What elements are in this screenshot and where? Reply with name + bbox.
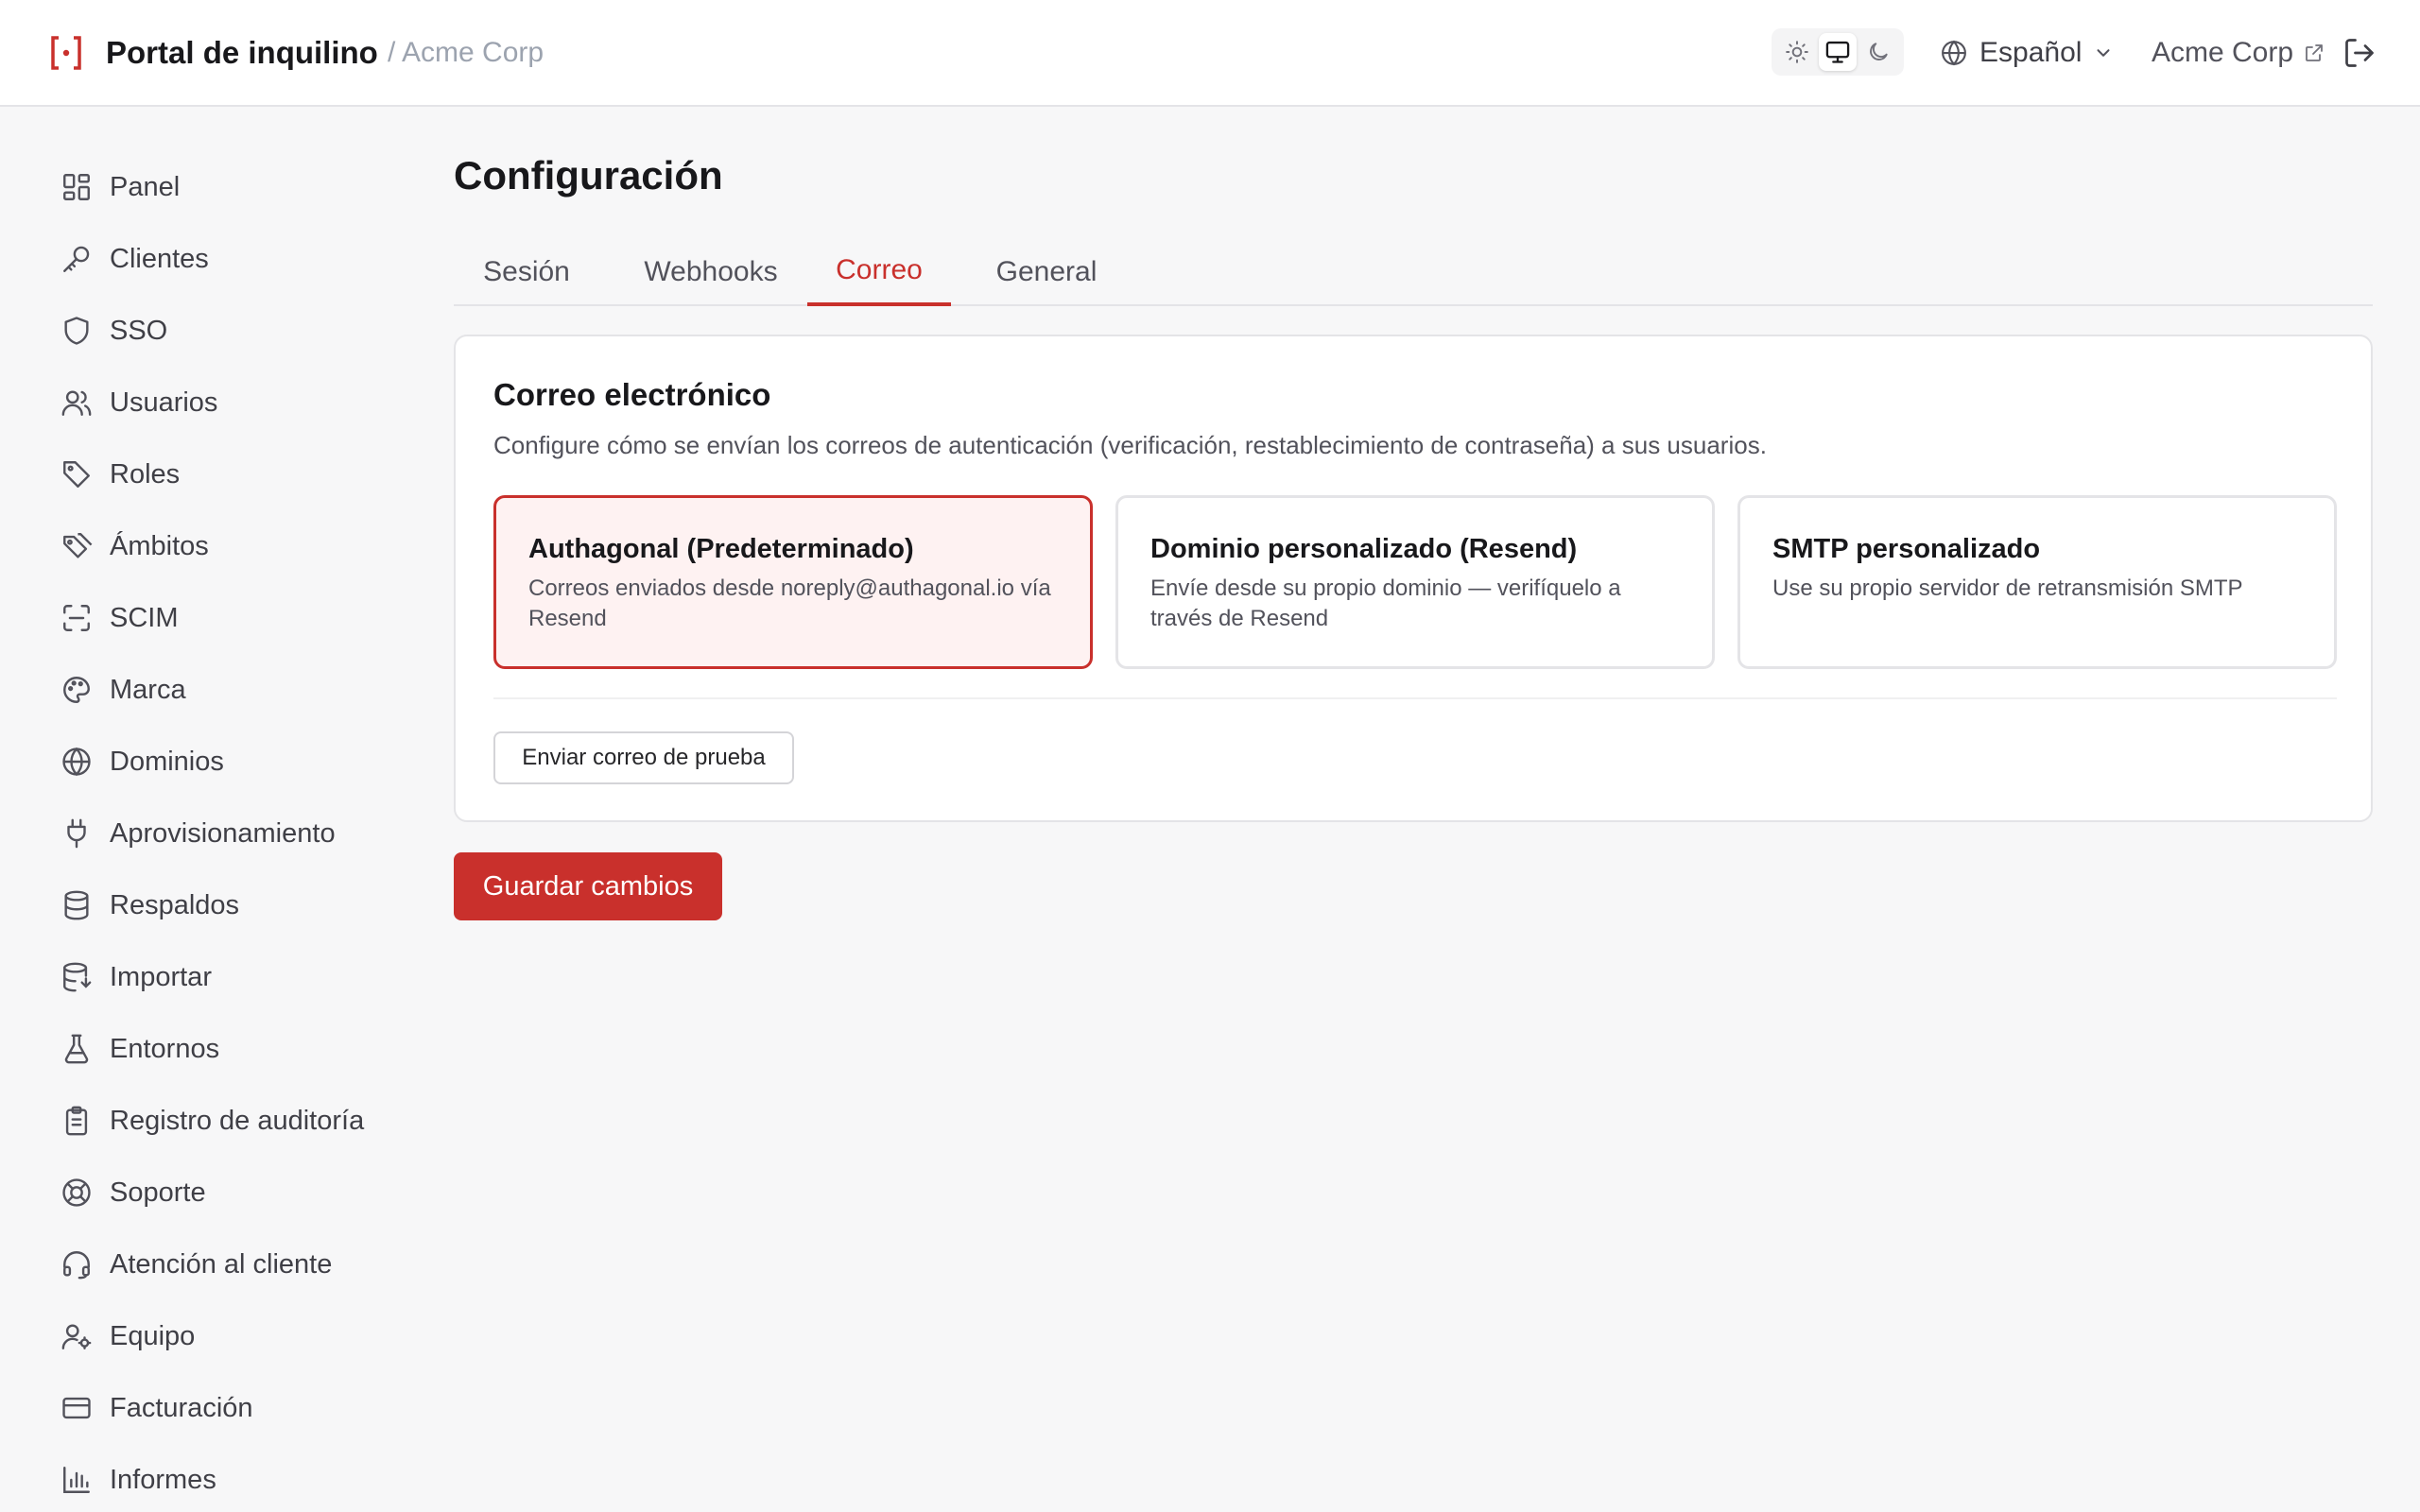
sidebar-item-registro-auditoria[interactable]: Registro de auditoría	[60, 1094, 364, 1147]
sidebar-item-label: Roles	[110, 458, 181, 490]
option-description: Envíe desde su propio dominio — verifíqu…	[1150, 576, 1621, 631]
sidebar-item-panel[interactable]: Panel	[60, 161, 180, 214]
tab-correo[interactable]: Correo	[807, 238, 951, 306]
sidebar-item-soporte[interactable]: Soporte	[60, 1166, 206, 1219]
sidebar-item-label: Marca	[110, 674, 186, 705]
sidebar-item-clientes[interactable]: Clientes	[60, 232, 209, 285]
email-option-custom-domain[interactable]: Dominio personalizado (Resend) Envíe des…	[1115, 495, 1715, 669]
sidebar-item-label: Clientes	[110, 243, 209, 274]
tab-webhooks[interactable]: Webhooks	[618, 238, 804, 306]
sidebar-item-label: Aprovisionamiento	[110, 817, 336, 849]
sidebar-item-usuarios[interactable]: Usuarios	[60, 376, 217, 429]
scan-icon	[63, 605, 90, 631]
plug-icon	[67, 818, 86, 849]
sidebar-item-atencion-cliente[interactable]: Atención al cliente	[60, 1238, 332, 1291]
monitor-icon	[1825, 41, 1850, 63]
send-test-email-button[interactable]: Enviar correo de prueba	[493, 731, 794, 784]
lifebuoy-icon	[62, 1178, 91, 1207]
sidebar-item-label: Panel	[110, 171, 181, 202]
sidebar-item-marca[interactable]: Marca	[60, 663, 186, 716]
settings-tabs: Sesión Webhooks Correo General	[454, 238, 2373, 306]
moon-icon	[1869, 43, 1888, 60]
email-option-authagonal[interactable]: Authagonal (Predeterminado) Correos envi…	[493, 495, 1093, 669]
page-title: Configuración	[454, 153, 723, 198]
database-import-icon	[63, 962, 92, 992]
shield-icon	[64, 317, 89, 345]
sidebar-item-roles[interactable]: Roles	[60, 448, 180, 501]
language-label: Español	[1979, 37, 2083, 68]
tag-icon	[63, 461, 90, 488]
key-icon	[63, 246, 90, 272]
headset-icon	[63, 1251, 90, 1280]
email-option-smtp[interactable]: SMTP personalizado Use su propio servido…	[1737, 495, 2337, 669]
theme-dark-button[interactable]	[1859, 33, 1897, 71]
sidebar-item-informes[interactable]: Informes	[60, 1453, 216, 1506]
logout-icon[interactable]	[2342, 36, 2377, 70]
sidebar-item-label: Equipo	[110, 1320, 196, 1351]
theme-toggle	[1772, 28, 1904, 76]
external-link-icon	[2306, 44, 2323, 61]
brand-title[interactable]: Portal de inquilino	[106, 30, 378, 76]
sidebar-item-respaldos[interactable]: Respaldos	[60, 879, 239, 932]
save-changes-button[interactable]: Guardar cambios	[454, 852, 722, 920]
divider	[493, 697, 2337, 699]
sidebar-item-label: Soporte	[110, 1177, 206, 1208]
theme-system-button[interactable]	[1818, 33, 1857, 71]
chevron-down-icon	[2097, 49, 2110, 57]
sidebar-item-label: Facturación	[110, 1392, 253, 1423]
sidebar-item-entornos[interactable]: Entornos	[60, 1022, 219, 1075]
language-selector[interactable]: Español	[1940, 30, 2114, 76]
sidebar-item-importar[interactable]: Importar	[60, 951, 212, 1004]
user-cog-icon	[61, 1324, 92, 1349]
sidebar-item-label: Atención al cliente	[110, 1248, 333, 1280]
option-title: SMTP personalizado	[1772, 534, 2041, 564]
tab-sesion[interactable]: Sesión	[454, 238, 599, 306]
clipboard-icon	[65, 1106, 88, 1136]
sidebar-nav: Panel Clientes SSO Usuarios Roles Ámbito…	[0, 108, 416, 1512]
tags-icon	[63, 533, 93, 558]
palette-icon	[63, 677, 90, 703]
option-description: Use su propio servidor de retransmisión …	[1772, 576, 2243, 601]
sidebar-item-sso[interactable]: SSO	[60, 304, 167, 357]
card-description: Configure cómo se envían los correos de …	[493, 431, 1767, 459]
email-settings-card: Correo electrónico Configure cómo se env…	[454, 335, 2373, 822]
option-title: Dominio personalizado (Resend)	[1150, 534, 1578, 564]
tenant-link-label: Acme Corp	[2152, 37, 2294, 68]
sidebar-item-aprovisionamiento[interactable]: Aprovisionamiento	[60, 807, 336, 860]
sidebar-item-label: Informes	[110, 1464, 216, 1495]
logo-icon	[51, 36, 81, 70]
sidebar-item-label: SSO	[110, 315, 168, 346]
tenant-external-link[interactable]: Acme Corp	[2152, 30, 2325, 76]
credit-card-icon	[62, 1397, 91, 1419]
sidebar-item-label: Dominios	[110, 746, 224, 777]
sidebar-item-label: SCIM	[110, 602, 179, 633]
sidebar-item-facturacion[interactable]: Facturación	[60, 1382, 253, 1435]
tab-general[interactable]: General	[964, 238, 1129, 306]
sidebar-item-label: Respaldos	[110, 889, 240, 920]
option-title: Authagonal (Predeterminado)	[528, 534, 914, 564]
sidebar-item-label: Ámbitos	[110, 530, 209, 561]
top-header: Portal de inquilino / Acme Corp Español	[0, 0, 2420, 107]
card-title: Correo electrónico	[493, 377, 771, 412]
sidebar-item-label: Registro de auditoría	[110, 1105, 365, 1136]
flask-icon	[64, 1034, 89, 1064]
sidebar-item-dominios[interactable]: Dominios	[60, 735, 224, 788]
option-description: Correos enviados desde noreply@authagona…	[528, 576, 1051, 631]
breadcrumb-tenant: / Acme Corp	[388, 37, 544, 68]
theme-light-button[interactable]	[1778, 33, 1816, 71]
database-icon	[64, 890, 89, 920]
sidebar-item-label: Importar	[110, 961, 212, 992]
sidebar-item-ambitos[interactable]: Ámbitos	[60, 520, 209, 573]
grid-icon	[63, 174, 90, 200]
bar-chart-icon	[63, 1467, 90, 1493]
sun-icon	[1786, 41, 1809, 63]
sidebar-item-equipo[interactable]: Equipo	[60, 1310, 195, 1363]
sidebar-item-scim[interactable]: SCIM	[60, 592, 179, 644]
users-icon	[61, 390, 92, 416]
sidebar-item-label: Usuarios	[110, 387, 218, 418]
globe-icon	[62, 747, 91, 777]
sidebar-item-label: Entornos	[110, 1033, 220, 1064]
globe-icon	[1942, 40, 1966, 66]
